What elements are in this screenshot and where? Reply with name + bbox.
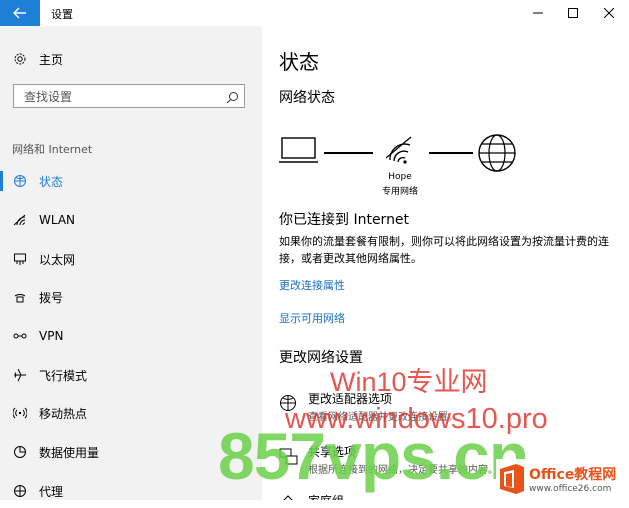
option-title: 更改适配器选项: [308, 392, 393, 406]
sidebar-item-label: 状态: [39, 174, 64, 189]
connection-line: [429, 152, 473, 154]
option-description: 查看网络适配器并更改连接设置。: [308, 412, 458, 423]
sidebar-item-label: VPN: [39, 329, 64, 343]
search-icon[interactable]: [226, 89, 239, 108]
sidebar-item-status[interactable]: 状态: [0, 164, 262, 198]
dialup-icon: [12, 289, 28, 305]
sidebar-item-data-usage[interactable]: 数据使用量: [0, 435, 262, 469]
office-logo-icon: [500, 464, 524, 494]
search-input[interactable]: [22, 88, 226, 106]
minimize-button[interactable]: [520, 0, 556, 26]
computer-icon: [279, 137, 318, 163]
sidebar-item-label: 拨号: [39, 290, 64, 305]
network-type: 专用网络: [381, 187, 418, 197]
sidebar-item-label: 数据使用量: [39, 445, 100, 460]
window-title: 设置: [51, 8, 73, 21]
search-box[interactable]: [13, 84, 245, 108]
connection-line: [324, 152, 373, 154]
sidebar-item-airplane[interactable]: 飞行模式: [0, 358, 262, 392]
page-title: 状态: [279, 50, 319, 74]
option-description: 根据所连接到的网络，决定要共享的内容。: [308, 465, 498, 476]
network-diagram: Hope 专用网络: [279, 132, 529, 202]
network-name: Hope: [388, 172, 412, 182]
sidebar-item-ethernet[interactable]: 以太网: [0, 242, 262, 276]
change-settings-heading: 更改网络设置: [279, 350, 363, 366]
wifi-signal-icon: [385, 136, 412, 164]
sharing-icon: [279, 448, 298, 465]
back-button[interactable]: [0, 0, 40, 26]
sidebar: 主页 网络和 Internet 状态 WLAN 以太网 拨号: [0, 26, 262, 500]
adapter-options-item[interactable]: 更改适配器选项 查看网络适配器并更改连接设置。: [279, 390, 619, 423]
minimize-icon: [533, 12, 543, 14]
sidebar-item-hotspot[interactable]: 移动热点: [0, 396, 262, 430]
proxy-icon: [12, 483, 28, 499]
vpn-icon: [12, 328, 28, 344]
adapter-icon: [280, 395, 296, 411]
brand-logo: Office教程网 www.office26.com: [496, 459, 629, 500]
sidebar-item-proxy[interactable]: 代理: [0, 474, 262, 508]
connected-description: 如果你的流量套餐有限制，则你可以将此网络设置为按流量计费的连接，或者更改其他网络…: [279, 235, 609, 265]
gear-icon: [12, 51, 28, 67]
sidebar-section-title: 网络和 Internet: [12, 143, 93, 156]
airplane-icon: [12, 367, 28, 383]
sidebar-item-label: 以太网: [39, 252, 76, 267]
home-nav-item[interactable]: 主页: [0, 42, 262, 76]
data-usage-icon: [12, 444, 28, 460]
change-connection-properties-link[interactable]: 更改连接属性: [279, 277, 345, 293]
wifi-icon: [12, 212, 28, 228]
maximize-icon: [568, 8, 578, 18]
option-title: 共享选项: [308, 445, 357, 459]
close-icon: [604, 8, 614, 18]
homegroup-icon: [283, 495, 293, 500]
option-title: 家庭组: [308, 492, 344, 500]
globe-icon: [478, 134, 516, 172]
main-content: 状态 网络状态 Hope 专用网络 你已连接到 Internet 如果你的流量套…: [262, 26, 629, 500]
sidebar-item-vpn[interactable]: VPN: [0, 319, 262, 353]
sidebar-item-label: 代理: [39, 484, 64, 499]
network-status-heading: 网络状态: [279, 90, 335, 106]
sidebar-item-dialup[interactable]: 拨号: [0, 280, 262, 314]
home-label: 主页: [39, 52, 64, 67]
hotspot-icon: [12, 405, 28, 421]
brand-name: Office教程网: [529, 467, 617, 483]
sidebar-item-wlan[interactable]: WLAN: [0, 203, 262, 237]
back-arrow-icon: [13, 7, 26, 19]
sidebar-item-label: 飞行模式: [39, 368, 88, 383]
sidebar-item-label: 移动热点: [39, 406, 88, 421]
ethernet-icon: [12, 251, 28, 267]
brand-url: www.office26.com: [529, 484, 612, 494]
title-bar: 设置: [0, 0, 629, 26]
maximize-button[interactable]: [555, 0, 591, 26]
close-button[interactable]: [591, 0, 627, 26]
status-icon: [12, 173, 28, 189]
connected-heading: 你已连接到 Internet: [279, 212, 410, 228]
sidebar-item-label: WLAN: [39, 213, 76, 227]
show-available-networks-link[interactable]: 显示可用网络: [279, 310, 345, 326]
